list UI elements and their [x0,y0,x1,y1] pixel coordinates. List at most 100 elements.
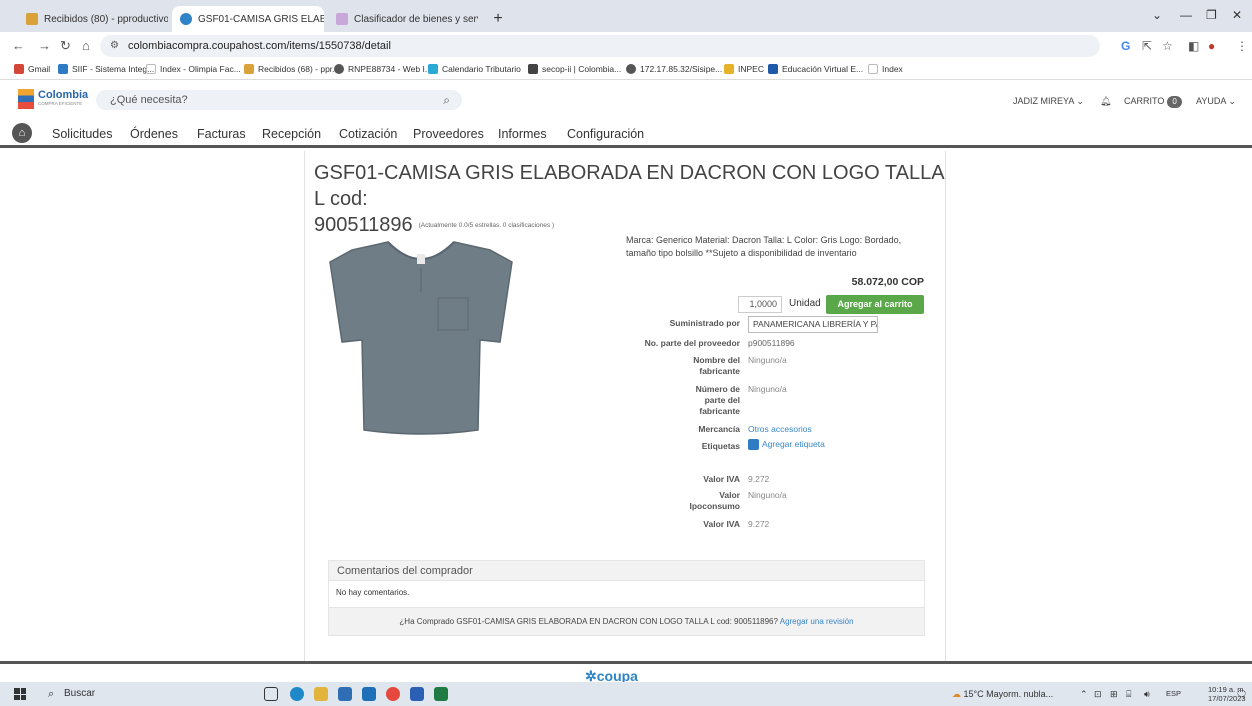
sidebar-icon[interactable]: ◧ [1188,39,1199,53]
menu-icon[interactable]: ⋮ [1236,39,1248,53]
gmail-icon [14,64,24,74]
supplier-select[interactable]: PANAMERICANA LIBRERÍA Y PAPELERÍA ⌄ [748,316,878,333]
ipoconsumo-value: Ninguno/a [748,490,787,500]
home-icon[interactable]: ⌂ [12,123,32,143]
notifications-icon[interactable]: 🗨︎ [1236,682,1247,706]
nav-cotizacion[interactable]: Cotización [339,127,397,141]
supplier-part-value: p900511896 [748,338,795,348]
calendar-icon [428,64,438,74]
window-close-icon[interactable]: ✕ [1232,8,1242,22]
excel-icon[interactable] [434,687,448,701]
add-tag-link[interactable]: Agregar etiqueta [748,439,825,451]
search-icon: ⌕ [48,688,55,700]
task-view-icon[interactable] [264,687,278,701]
tab-label: GSF01-CAMISA GRIS ELABORA [198,13,324,25]
reload-icon[interactable]: ↻ [60,38,71,54]
site-info-icon[interactable]: ⚙ [110,35,119,57]
secop-icon [528,64,538,74]
site-header: Colombia COMPRA EFICIENTE ¿Qué necesita?… [0,82,1252,116]
bookmark-item[interactable]: Index [868,64,903,74]
rating-text: (Actualmente 0.0/5 estrellas. 0 clasific… [418,221,555,229]
taskbar-search[interactable]: ⌕ Buscar [44,682,234,706]
siif-icon [58,64,68,74]
nav-informes[interactable]: Informes [498,127,547,141]
google-icon[interactable]: G [1121,39,1130,53]
page-icon [146,64,156,74]
product-title: GSF01-CAMISA GRIS ELABORADA EN DACRON CO… [314,162,944,236]
minimize-icon[interactable]: — [1180,8,1192,22]
url-field[interactable]: ⚙ colombiacompra.coupahost.com/items/155… [100,35,1100,57]
product-description: Marca: Generico Material: Dacron Talla: … [626,235,902,258]
cart-count-badge: 0 [1167,96,1182,108]
nav-recepcion[interactable]: Recepción [262,127,321,141]
mail-icon [244,64,254,74]
back-arrow-icon[interactable]: ← [12,38,25,53]
nav-proveedores[interactable]: Proveedores [413,127,484,141]
nav-solicitudes[interactable]: Solicitudes [52,127,112,141]
nav-facturas[interactable]: Facturas [197,127,246,141]
file-explorer-icon[interactable] [314,687,328,701]
ipoconsumo-label: Valor [719,490,740,500]
wifi-icon[interactable]: ⌸ [1126,682,1131,706]
bookmark-item[interactable]: Gmail [14,64,50,74]
education-icon [768,64,778,74]
add-review-link[interactable]: Agregar una revisión [780,617,854,626]
mail-icon [26,13,38,25]
product-image [329,241,513,435]
quantity-input[interactable]: 1,0000 [738,296,782,313]
bookmarks-bar: Gmail SIIF - Sistema Integ... Index - Ol… [0,60,1252,80]
no-comments-text: No hay comentarios. [336,588,410,597]
help-menu[interactable]: AYUDA ⌄ [1196,96,1236,107]
main-nav: ⌂ Solicitudes Órdenes Facturas Recepción… [0,118,1252,148]
tray-chevron-icon[interactable]: ⌃ [1080,682,1088,706]
manufacturer-label: Nombre del [693,355,740,365]
new-tab-button[interactable]: + [488,9,508,29]
display-icon[interactable]: ⊞ [1110,682,1118,706]
language-indicator[interactable]: ESP [1166,682,1181,706]
bookmark-item[interactable]: Index - Olimpia Fac... [146,64,241,74]
tab-list-chevron-icon[interactable]: ⌄ [1152,8,1162,22]
mail-app-icon[interactable] [362,687,376,701]
network-icon[interactable]: ⊡ [1094,682,1102,706]
colombia-compra-logo[interactable]: Colombia COMPRA EFICIENTE [18,89,88,111]
home-icon[interactable]: ⌂ [82,38,90,53]
bookmark-item[interactable]: INPEC [724,64,764,74]
chrome-icon[interactable] [386,687,400,701]
bookmark-item[interactable]: Educación Virtual E... [768,64,863,74]
bookmark-star-icon[interactable]: ☆ [1162,39,1173,53]
volume-icon[interactable]: 🔊︎ [1144,682,1150,706]
commodity-link[interactable]: Otros accesorios [748,424,812,435]
bell-icon[interactable]: 🔔︎ [1100,96,1111,107]
profile-icon[interactable]: ● [1208,39,1215,53]
bookmark-item[interactable]: secop-ii | Colombia... [528,64,621,74]
cart-button[interactable]: CARRITO 0 [1124,96,1182,108]
tab-label: Clasificador de bienes y servicio [354,13,478,25]
tab-clasificador[interactable]: Clasificador de bienes y servicio ✕ [328,6,478,32]
bookmark-item[interactable]: Recibidos (68) - ppr... [244,64,339,74]
windows-start-icon[interactable] [14,688,26,700]
add-to-cart-button[interactable]: Agregar al carrito [826,295,924,314]
ipoconsumo-label: Ipoconsumo [689,501,740,511]
edge-icon[interactable] [290,687,304,701]
search-input[interactable]: ¿Qué necesita? ⌕ [96,90,462,110]
mfr-part-label: parte del [704,395,740,405]
maximize-icon[interactable]: ❐ [1206,8,1217,22]
calendar-app-icon[interactable] [338,687,352,701]
iva-value: 9.272 [748,519,770,529]
search-icon[interactable]: ⌕ [443,90,450,110]
forward-arrow-icon[interactable]: → [38,38,51,53]
weather-widget[interactable]: ☁ 15°C Mayorm. nubla... [952,682,1053,706]
nav-configuracion[interactable]: Configuración [567,127,644,141]
bookmark-item[interactable]: Calendario Tributario [428,64,521,74]
word-icon[interactable] [410,687,424,701]
bookmark-item[interactable]: RNPE88734 - Web I... [334,64,432,74]
nav-ordenes[interactable]: Órdenes [130,127,178,141]
footer-divider [0,661,1252,664]
bookmark-item[interactable]: 172.17.85.32/Sisipe... [626,64,722,74]
user-menu[interactable]: JADIZ MIREYA ⌄ [1013,96,1084,107]
logo-mark [18,89,34,109]
tab-product[interactable]: GSF01-CAMISA GRIS ELABORA ✕ [172,6,324,32]
bookmark-item[interactable]: SIIF - Sistema Integ... [58,64,154,74]
share-icon[interactable]: ⇱ [1142,39,1152,53]
tab-gmail[interactable]: Recibidos (80) - pproductivos.e ✕ [18,6,168,32]
